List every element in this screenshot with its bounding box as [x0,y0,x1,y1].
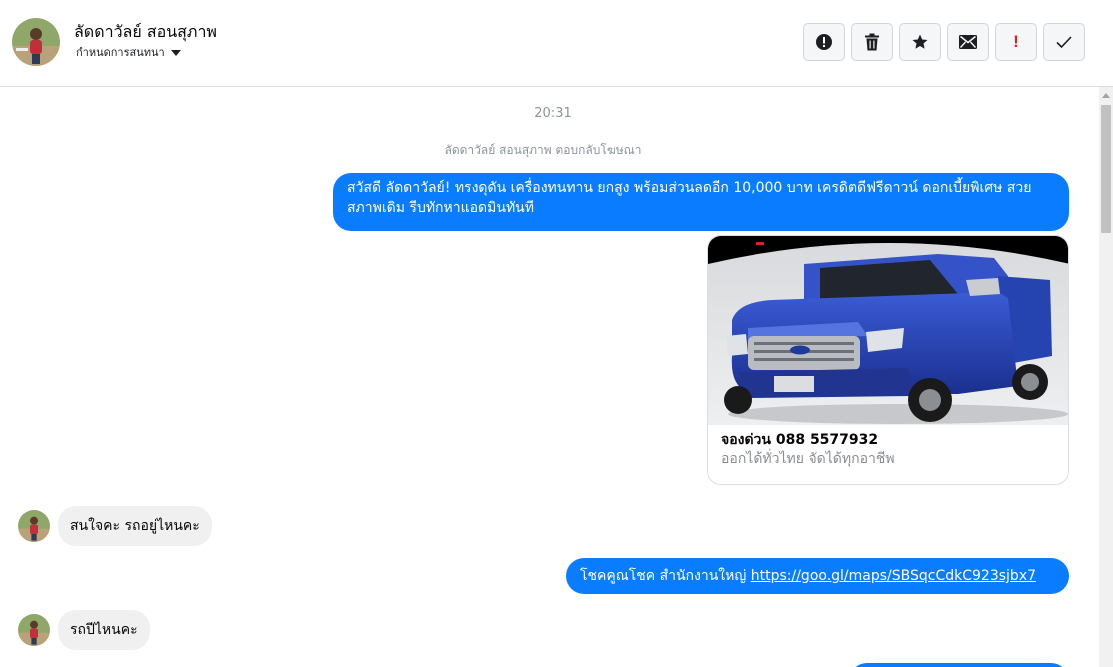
map-link[interactable]: https://goo.gl/maps/SBSqcCdkC923sjbx7 [751,568,1036,584]
exclamation-icon: ! [1013,32,1019,51]
incoming-message: สนใจคะ รถอยู่ไหนคะ [58,506,212,546]
star-button[interactable] [899,23,941,61]
outgoing-message: โชคคูณโชค สำนักงานใหญ่ https://goo.gl/ma… [566,558,1069,594]
pickup-truck-image [708,236,1068,425]
delete-button[interactable] [851,23,893,61]
message-thread[interactable]: 20:31 ลัดดาวัลย์ สอนสุภาพ ตอบกลับโฆษณา ส… [0,87,1113,667]
ad-reply-note: ลัดดาวัลย์ สอนสุภาพ ตอบกลับโฆษณา [444,143,642,157]
assign-conversation-label: กำหนดการสนทนา [76,46,165,59]
check-icon [1056,36,1072,49]
contact-avatar-small[interactable] [18,510,50,542]
caret-down-icon [170,49,181,56]
flag-important-button[interactable]: ! [995,23,1037,61]
incoming-message: รถปีไหนคะ [58,610,150,650]
star-icon [912,34,928,49]
contact-avatar[interactable] [12,18,60,66]
mark-unread-button[interactable] [947,23,989,61]
contact-name: ลัดดาวัลย์ สอนสุภาพ [74,22,217,41]
info-icon [816,34,832,50]
contact-avatar-small[interactable] [18,614,50,646]
outgoing-message-partial [849,663,1069,667]
incoming-message-row: สนใจคะ รถอยู่ไหนคะ [18,506,212,546]
outgoing-message: สวัสดี ลัดดาวัลย์! ทรงดุดัน เครื่องทนทาน… [333,173,1069,231]
trash-icon [865,33,879,51]
ad-card[interactable]: จองด่วน 088 5577932 ออกได้ทั่วไทย จัดได้… [707,235,1069,485]
mark-done-button[interactable] [1043,23,1085,61]
scroll-up-arrow-icon[interactable] [1102,93,1110,98]
message-text: โชคคูณโชค สำนักงานใหญ่ [580,568,751,584]
message-timestamp: 20:31 [534,106,572,121]
conversation-header: ลัดดาวัลย์ สอนสุภาพ กำหนดการสนทนา ! [0,0,1113,87]
thread-scrollbar[interactable] [1099,87,1113,667]
ad-card-subtitle: ออกได้ทั่วไทย จัดได้ทุกอาชีพ [721,451,895,467]
assign-conversation-dropdown[interactable]: กำหนดการสนทนา [76,43,181,61]
conversation-toolbar: ! [803,23,1085,61]
scrollbar-thumb[interactable] [1101,105,1111,233]
incoming-message-row: รถปีไหนคะ [18,610,150,650]
envelope-icon [959,35,977,49]
info-button[interactable] [803,23,845,61]
ad-card-image [708,236,1068,425]
